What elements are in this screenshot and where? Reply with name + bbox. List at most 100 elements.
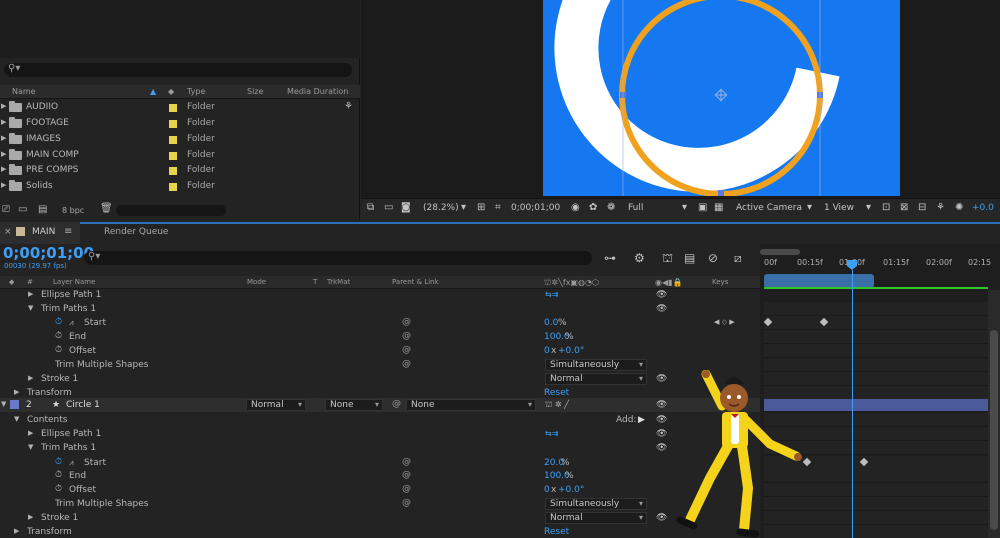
close-icon[interactable]: × bbox=[4, 227, 12, 237]
prop-stroke[interactable]: ▶ Stroke 1 Normal ▾ 👁 bbox=[0, 511, 760, 525]
region-of-interest-icon[interactable]: ▣ bbox=[698, 202, 707, 213]
bit-depth-button[interactable]: 8 bpc bbox=[62, 206, 84, 215]
prop-offset[interactable]: ⏱ Offset @ 0 x +0.0° bbox=[0, 344, 760, 358]
viewer-timecode[interactable]: 0;00;01;00 bbox=[511, 203, 560, 213]
graph-icon[interactable]: ⩘ bbox=[69, 458, 74, 468]
label-swatch[interactable] bbox=[169, 152, 177, 160]
timeline-track[interactable] bbox=[764, 330, 988, 344]
pickwhip-icon[interactable]: @ bbox=[402, 484, 411, 494]
collapse-icon[interactable]: ▼ bbox=[1, 400, 6, 408]
menu-icon[interactable]: ≡ bbox=[64, 226, 72, 237]
draft-3d-icon[interactable]: ⚙ bbox=[634, 251, 645, 265]
stopwatch-icon[interactable]: ⏱ bbox=[55, 345, 62, 355]
offset-revolutions[interactable]: 0 bbox=[544, 485, 550, 495]
project-item[interactable]: ▶ MAIN COMP Folder bbox=[0, 148, 360, 164]
expand-icon[interactable]: ▶ bbox=[1, 134, 6, 142]
pickwhip-icon[interactable]: @ bbox=[402, 359, 411, 369]
timeline-track[interactable] bbox=[764, 302, 988, 316]
label-tag-icon[interactable]: ◆ bbox=[168, 87, 174, 96]
prop-start[interactable]: ⏱ ⩘ Start @ 20.0 % bbox=[0, 456, 760, 470]
label-swatch[interactable] bbox=[169, 136, 177, 144]
path-icons[interactable]: ⇆⇉ bbox=[545, 429, 558, 438]
collapse-icon[interactable]: ▼ bbox=[14, 415, 19, 423]
fast-preview-icon[interactable]: ⊠ bbox=[900, 202, 908, 213]
prop-trim-multiple[interactable]: Trim Multiple Shapes @ Simultaneously ▾ bbox=[0, 358, 760, 372]
stroke-blend-select[interactable]: Normal ▾ bbox=[545, 512, 647, 524]
interpret-footage-icon[interactable]: ⎚ bbox=[2, 204, 10, 215]
view-layout-select[interactable]: 1 View bbox=[824, 203, 854, 213]
expand-icon[interactable]: ▶ bbox=[1, 181, 6, 189]
timeline-icon[interactable]: ⊟ bbox=[918, 202, 926, 213]
prop-offset[interactable]: ⏱ Offset @ 0 x +0.0° bbox=[0, 483, 760, 497]
layer-name[interactable]: Circle 1 bbox=[66, 400, 100, 410]
stroke-blend-select[interactable]: Normal ▾ bbox=[545, 373, 647, 385]
collapse-icon[interactable]: ▼ bbox=[28, 304, 33, 312]
prop-trim-paths[interactable]: ▼ Trim Paths 1 👁 bbox=[0, 441, 760, 455]
trash-icon[interactable]: 🗑 bbox=[100, 203, 113, 214]
graph-editor-icon[interactable]: ⧄ bbox=[734, 251, 742, 266]
pickwhip-icon[interactable]: @ bbox=[402, 345, 411, 355]
label-swatch[interactable] bbox=[169, 104, 177, 112]
tab-main[interactable]: × MAIN ≡ bbox=[0, 222, 80, 244]
prop-end[interactable]: ⏱ End @ 100.0 % bbox=[0, 330, 760, 344]
camera-snapshot-icon[interactable]: ◉ bbox=[571, 202, 580, 213]
always-preview-icon[interactable]: ⧉ bbox=[367, 202, 374, 213]
monitor-icon[interactable]: ▭ bbox=[384, 202, 393, 213]
toggle-pixel-aspect-icon[interactable]: ⊡ bbox=[882, 202, 890, 213]
time-navigator[interactable] bbox=[760, 249, 800, 255]
stopwatch-icon[interactable]: ⏱ bbox=[55, 470, 62, 480]
hierarchy-icon[interactable]: ⚘ bbox=[344, 101, 353, 112]
col-layer-name[interactable]: Layer Name bbox=[53, 278, 95, 286]
timeline-track[interactable] bbox=[764, 344, 988, 358]
trim-mode-select[interactable]: Simultaneously ▾ bbox=[545, 359, 647, 371]
zoom-level[interactable]: (28.2%) bbox=[423, 203, 459, 213]
shy-layers-icon[interactable]: ⛫ bbox=[662, 251, 673, 267]
prop-start[interactable]: ⏱ ⩘ Start @ 0.0 % ◀ ◇ ▶ bbox=[0, 316, 760, 330]
project-search-input[interactable]: ⚲▾ bbox=[4, 63, 352, 77]
mask-visibility-icon[interactable]: ◙ bbox=[401, 202, 411, 213]
resolution-select[interactable]: Full bbox=[628, 203, 643, 213]
zoom-dropdown-icon[interactable]: ▾ bbox=[461, 202, 466, 213]
work-area-bar[interactable] bbox=[764, 274, 874, 288]
col-mode[interactable]: Mode bbox=[247, 278, 266, 286]
pickwhip-icon[interactable]: @ bbox=[402, 457, 411, 467]
expand-icon[interactable]: ▶ bbox=[28, 429, 33, 437]
label-swatch[interactable] bbox=[169, 120, 177, 128]
layer-row-circle[interactable]: ▼ 2 ★ Circle 1 Normal ▾ None ▾ @ None ▾ ⛫ ✲… bbox=[0, 398, 760, 412]
pickwhip-icon[interactable]: @ bbox=[402, 317, 411, 327]
switches-icons[interactable]: ⛫✲╲fx▣◍◔⬡ bbox=[544, 278, 599, 288]
label-swatch[interactable] bbox=[169, 167, 177, 175]
parent-select[interactable]: None ▾ bbox=[406, 399, 536, 411]
motion-blur-icon[interactable]: ⊘ bbox=[708, 251, 718, 265]
exposure-value[interactable]: +0.0 bbox=[972, 203, 994, 213]
add-menu-icon[interactable]: ▶ bbox=[638, 415, 645, 425]
expand-icon[interactable]: ▶ bbox=[14, 527, 19, 535]
trim-mode-select[interactable]: Simultaneously ▾ bbox=[545, 498, 647, 510]
camera-dropdown-icon[interactable]: ▾ bbox=[807, 202, 812, 213]
prop-transform[interactable]: ▶ Transform Reset bbox=[0, 525, 760, 538]
expand-icon[interactable]: ▶ bbox=[28, 513, 33, 521]
comp-flowchart-icon[interactable]: ⊶ bbox=[604, 251, 616, 265]
resolution-dropdown-icon[interactable]: ▾ bbox=[682, 202, 687, 213]
expand-icon[interactable]: ▶ bbox=[14, 388, 19, 396]
label-col-icon[interactable]: ◆ bbox=[9, 278, 14, 286]
project-item[interactable]: ▶ IMAGES Folder bbox=[0, 132, 360, 148]
offset-revolutions[interactable]: 0 bbox=[544, 346, 550, 356]
flowchart-icon[interactable]: ⚘ bbox=[936, 202, 945, 213]
prop-ellipse-path[interactable]: ▶ Ellipse Path 1 ⇆⇉ 👁 bbox=[0, 288, 760, 302]
project-item[interactable]: ▶ FOOTAGE Folder bbox=[0, 116, 360, 132]
current-time-display[interactable]: 0;00;01;00 bbox=[3, 244, 94, 262]
prop-trim-multiple[interactable]: Trim Multiple Shapes @ Simultaneously ▾ bbox=[0, 497, 760, 511]
sort-arrow-icon[interactable]: ▲ bbox=[150, 87, 156, 96]
timeline-track[interactable] bbox=[764, 316, 988, 330]
pickwhip-icon[interactable]: @ bbox=[402, 470, 411, 480]
keyframe-nav-icons[interactable]: ◀ ◇ ▶ bbox=[714, 318, 735, 326]
start-value[interactable]: 0.0 bbox=[544, 318, 558, 328]
graph-icon[interactable]: ⩘ bbox=[69, 318, 74, 328]
stopwatch-icon[interactable]: ⏱ bbox=[55, 484, 62, 494]
scrollbar-thumb[interactable] bbox=[990, 330, 998, 530]
project-item[interactable]: ▶ Solids Folder bbox=[0, 179, 360, 195]
expand-icon[interactable]: ▶ bbox=[1, 102, 6, 110]
pickwhip-icon[interactable]: @ bbox=[402, 498, 411, 508]
prop-stroke[interactable]: ▶ Stroke 1 Normal ▾ 👁 bbox=[0, 372, 760, 386]
